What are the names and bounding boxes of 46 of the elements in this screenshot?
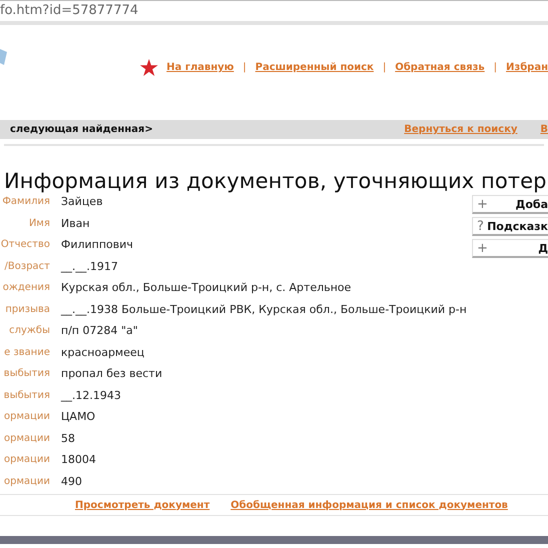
field-value: __.12.1943 [61,388,121,402]
field-value: п/п 07284 "а" [61,324,138,338]
side-button[interactable]: ? Подсказк [472,217,548,236]
nav-link[interactable]: Расширенный поиск [255,62,374,73]
separator: | [382,62,386,73]
field-value: 490 [61,474,82,488]
address-field[interactable]: fo.htm?id=57877774 [0,1,548,21]
separator: | [494,62,498,73]
field-label: выбытия [4,368,50,380]
separator: | [242,62,246,73]
field-value: __.__.1938 Больше-Троицкий РВК, Курская обл., Больше-Троицкий р-н [61,302,467,316]
document-link[interactable]: Обобщенная информация и список документов [230,500,508,510]
back-link[interactable]: В [540,124,548,135]
field-value: Курская обл., Больше-Троицкий р-н, с. Артельное [61,281,352,294]
nav-link[interactable]: Избран [506,62,548,73]
field-value: 18004 [61,453,96,466]
nav-link[interactable]: Обратная связь [395,62,485,73]
field-label: Имя [28,218,50,229]
field-value: пропал без вести [61,367,162,380]
field-value: __.__.1917 [61,260,118,273]
field-label: ождения [2,282,50,294]
back-link[interactable]: Вернуться к поиску [404,124,518,135]
field-label: Фамилия [2,196,50,208]
next-result-link[interactable]: следующая найденная> [10,124,153,135]
document-link[interactable]: Просмотреть документ [75,500,210,510]
field-label: ормации [4,411,50,422]
field-label: призыва [5,304,50,315]
field-value: красноармеец [61,346,144,359]
field-value: 58 [61,432,75,445]
field-label: ормации [4,476,50,487]
page-title: Информация из документов, уточняющих потер [3,168,548,195]
field-value: Иван [61,216,90,230]
field-label: е звание [4,346,50,358]
side-button[interactable]: + Д [472,239,548,258]
field-value: ЦАМО [61,410,96,424]
field-label: службы [9,325,50,336]
field-value: Филиппович [61,238,134,252]
star-icon [140,59,158,76]
field-label: выбытия [4,390,50,401]
side-button[interactable]: + Доба [472,195,548,214]
field-label: ормации [4,454,50,466]
nav-link[interactable]: На главную [166,62,234,73]
field-value: Зайцев [61,195,103,208]
field-label: Отчество [0,239,50,250]
field-label: /Возраст [4,260,50,272]
field-label: ормации [4,432,50,444]
